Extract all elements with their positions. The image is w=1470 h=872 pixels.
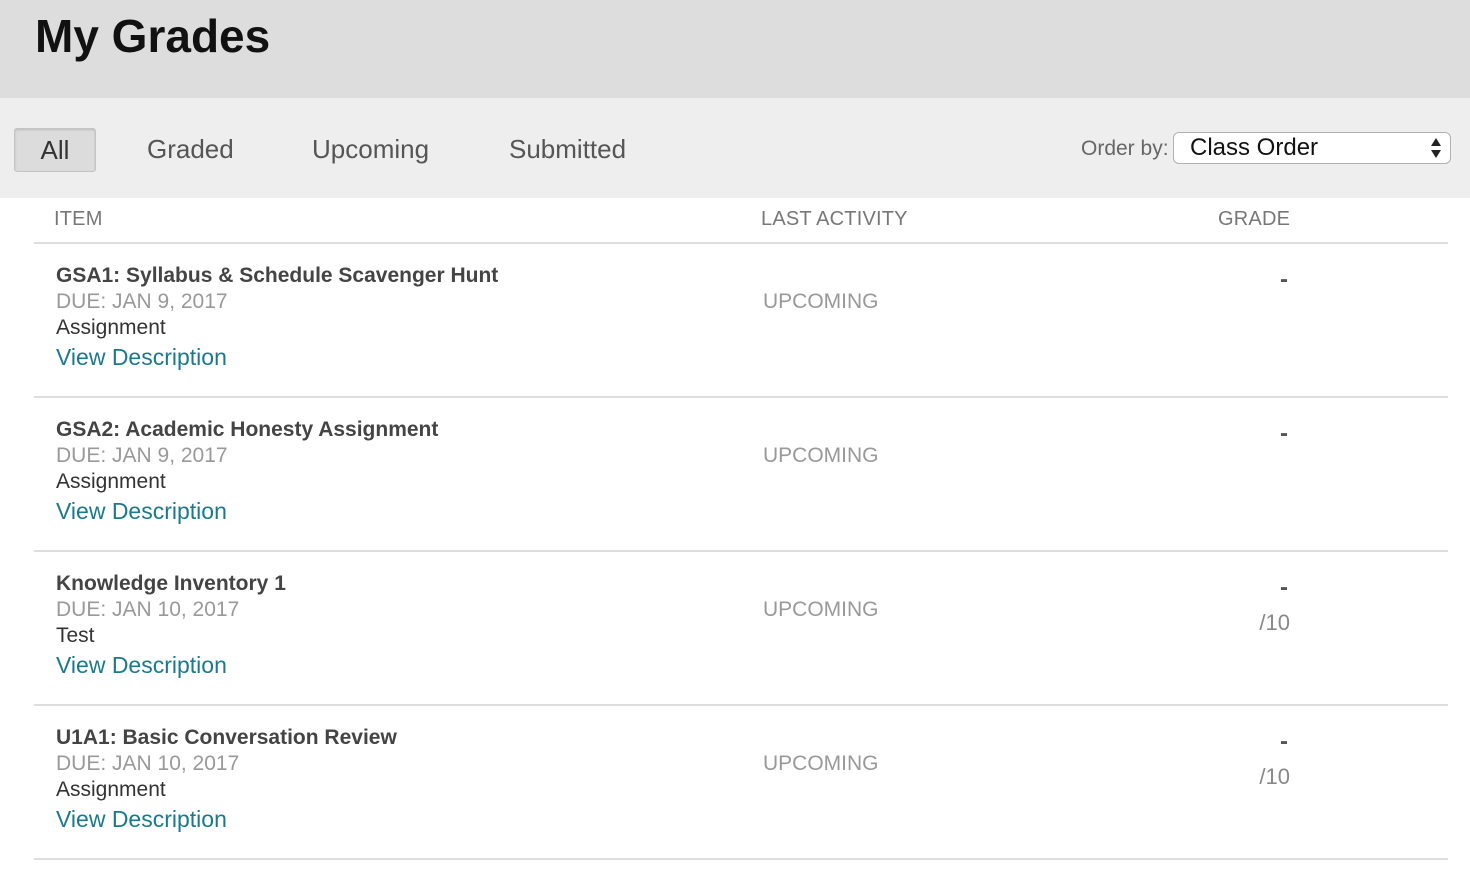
page-title: My Grades	[35, 10, 271, 62]
column-header-last-activity: LAST ACTIVITY	[761, 208, 908, 230]
table-row: GSA2: Academic Honesty Assignment DUE: J…	[34, 398, 1448, 552]
select-arrows-icon	[1431, 138, 1441, 158]
column-header-item: ITEM	[54, 208, 103, 230]
table-row: GSA1: Syllabus & Schedule Scavenger Hunt…	[34, 244, 1448, 398]
item-last-activity: UPCOMING	[763, 444, 879, 467]
item-last-activity: UPCOMING	[763, 752, 879, 775]
column-header-grade: GRADE	[1218, 208, 1291, 230]
order-by-value: Class Order	[1190, 134, 1319, 161]
item-last-activity: UPCOMING	[763, 290, 879, 313]
view-description-link[interactable]: View Description	[56, 652, 227, 679]
item-due-date: DUE: JAN 9, 2017	[56, 290, 228, 313]
view-description-link[interactable]: View Description	[56, 806, 227, 833]
item-due-date: DUE: JAN 10, 2017	[56, 752, 240, 775]
title-bar: My Grades	[0, 0, 1470, 98]
item-title: Knowledge Inventory 1	[56, 572, 286, 595]
tab-all[interactable]: All	[14, 128, 96, 172]
table-row: Knowledge Inventory 1 DUE: JAN 10, 2017 …	[34, 552, 1448, 706]
view-description-link[interactable]: View Description	[56, 344, 227, 371]
item-title: GSA1: Syllabus & Schedule Scavenger Hunt	[56, 264, 499, 287]
item-due-date: DUE: JAN 9, 2017	[56, 444, 228, 467]
item-due-date: DUE: JAN 10, 2017	[56, 598, 240, 621]
order-by-select[interactable]: Class Order	[1173, 132, 1451, 164]
item-type: Assignment	[56, 778, 166, 801]
item-grade: -	[1280, 728, 1288, 755]
order-by-label: Order by:	[1081, 137, 1169, 160]
item-type: Assignment	[56, 316, 166, 339]
filter-bar: All Graded Upcoming Submitted Order by: …	[0, 98, 1470, 198]
table-header: ITEM LAST ACTIVITY GRADE	[34, 198, 1448, 244]
item-points-possible: /10	[1259, 764, 1290, 789]
item-points-possible: /10	[1259, 610, 1290, 635]
item-type: Test	[56, 624, 95, 647]
item-grade: -	[1280, 266, 1288, 293]
item-title: U1A1: Basic Conversation Review	[56, 726, 397, 749]
item-title: GSA2: Academic Honesty Assignment	[56, 418, 439, 441]
view-description-link[interactable]: View Description	[56, 498, 227, 525]
item-grade: -	[1280, 420, 1288, 447]
item-grade: -	[1280, 574, 1288, 601]
tab-upcoming[interactable]: Upcoming	[312, 128, 429, 170]
item-last-activity: UPCOMING	[763, 598, 879, 621]
tab-submitted[interactable]: Submitted	[509, 128, 626, 170]
tab-graded[interactable]: Graded	[147, 128, 234, 170]
table-row: U1A1: Basic Conversation Review DUE: JAN…	[34, 706, 1448, 860]
item-type: Assignment	[56, 470, 166, 493]
